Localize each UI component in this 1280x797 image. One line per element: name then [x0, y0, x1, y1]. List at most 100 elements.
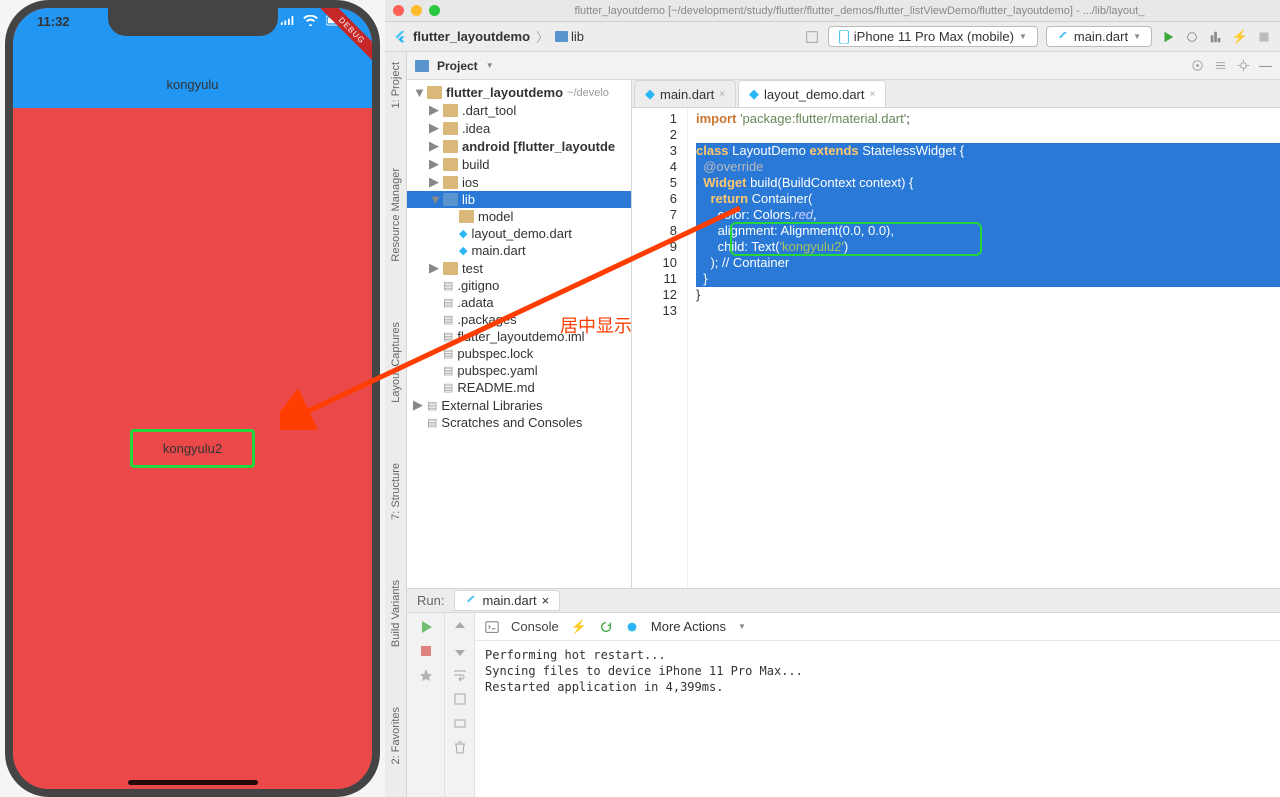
toolbar-icon[interactable] — [804, 29, 820, 45]
folder-icon — [443, 158, 458, 171]
profile-button[interactable] — [1208, 29, 1224, 45]
tree-node[interactable]: ◆layout_demo.dart — [407, 225, 631, 242]
code-line[interactable]: alignment: Alignment(0.0, 0.0), — [696, 223, 1280, 239]
tree-node[interactable]: ▼flutter_layoutdemo ~/develo — [407, 84, 631, 101]
project-header-title[interactable]: Project — [437, 59, 478, 73]
wifi-icon — [303, 15, 318, 26]
print-icon[interactable] — [452, 715, 468, 731]
sidebar-tab-build-variants[interactable]: Build Variants — [390, 580, 402, 647]
tree-node[interactable]: ▶▤External Libraries — [407, 396, 631, 414]
phone-frame: DEBUG 11:32 kongyulu kongyulu2 — [5, 0, 380, 797]
scroll-icon[interactable] — [452, 691, 468, 707]
editor-tabs: ◆main.dart×◆layout_demo.dart× — [632, 80, 1280, 108]
code-line[interactable]: @override — [696, 159, 1280, 175]
project-tree[interactable]: ▼flutter_layoutdemo ~/develo▶.dart_tool▶… — [407, 80, 632, 588]
window-minimize-icon[interactable] — [411, 5, 422, 16]
project-area: Project ▼ — ▼flutter_layoutdemo ~/develo… — [407, 52, 1280, 797]
reload-icon[interactable] — [599, 620, 613, 634]
down-icon[interactable] — [452, 643, 468, 659]
close-icon[interactable]: × — [542, 593, 550, 608]
device-selector[interactable]: iPhone 11 Pro Max (mobile) ▼ — [828, 26, 1038, 47]
rerun-icon[interactable] — [418, 619, 434, 635]
code-editor[interactable]: 12345678910111213 import 'package:flutte… — [632, 108, 1280, 588]
tree-node[interactable]: ▼lib — [407, 191, 631, 208]
chevron-down-icon[interactable]: ▼ — [486, 61, 494, 70]
root: DEBUG 11:32 kongyulu kongyulu2 — [0, 0, 1280, 797]
breadcrumb[interactable]: flutter_layoutdemo 〉 lib — [393, 27, 584, 46]
tree-node[interactable]: ▤README.md — [407, 379, 631, 396]
tree-node[interactable]: ▤pubspec.lock — [407, 345, 631, 362]
code-line[interactable]: } — [696, 271, 1280, 287]
pin-icon[interactable] — [418, 667, 434, 683]
window-close-icon[interactable] — [393, 5, 404, 16]
locate-icon[interactable] — [1190, 58, 1205, 73]
tree-node[interactable]: ▤ .adata — [407, 294, 631, 311]
code-line[interactable]: child: Text('kongyulu2') — [696, 239, 1280, 255]
chevron-down-icon: ▼ — [1019, 32, 1027, 41]
sidebar-tab-structure[interactable]: 7: Structure — [390, 463, 402, 520]
code-line[interactable]: color: Colors.red, — [696, 207, 1280, 223]
code-line[interactable]: return Container( — [696, 191, 1280, 207]
sidebar-tab-favorites[interactable]: 2: Favorites — [390, 707, 402, 764]
tree-node[interactable]: ▶ios — [407, 173, 631, 191]
editor-tab[interactable]: ◆layout_demo.dart× — [738, 80, 886, 107]
chevron-down-icon[interactable]: ▼ — [738, 622, 746, 631]
stop-button[interactable] — [1256, 29, 1272, 45]
up-icon[interactable] — [452, 619, 468, 635]
hide-icon[interactable]: — — [1259, 58, 1272, 73]
stop-icon[interactable] — [418, 643, 434, 659]
code-line[interactable]: Widget build(BuildContext context) { — [696, 175, 1280, 191]
tree-node[interactable]: ▤.gitigno — [407, 277, 631, 294]
appbar-title: kongyulu — [166, 77, 218, 92]
tree-node[interactable]: ▶android [flutter_layoutde — [407, 137, 631, 155]
window-zoom-icon[interactable] — [429, 5, 440, 16]
run-label: Run: — [417, 593, 444, 608]
editor-tab[interactable]: ◆main.dart× — [634, 80, 736, 107]
code-line[interactable]: } — [696, 287, 1280, 303]
tree-node[interactable]: model — [407, 208, 631, 225]
sidebar-tab-layout-captures[interactable]: Layout Captures — [390, 322, 402, 403]
wrap-icon[interactable] — [452, 667, 468, 683]
tree-node[interactable]: ▤.packages — [407, 311, 631, 328]
hot-reload-icon[interactable]: ⚡ — [1232, 29, 1248, 45]
run-tab[interactable]: main.dart × — [454, 590, 560, 611]
toolbar: flutter_layoutdemo 〉 lib iPhone 11 Pro M… — [385, 22, 1280, 52]
close-icon[interactable]: × — [870, 89, 876, 100]
tree-node[interactable]: ▤pubspec.yaml — [407, 362, 631, 379]
tree-node[interactable]: ▶.dart_tool — [407, 101, 631, 119]
more-actions-label[interactable]: More Actions — [651, 619, 726, 634]
tree-node[interactable]: ▤Scratches and Consoles — [407, 414, 631, 431]
devtools-icon[interactable] — [625, 620, 639, 634]
code-area[interactable]: import 'package:flutter/material.dart'; … — [688, 108, 1280, 588]
run-config-selector[interactable]: main.dart ▼ — [1046, 26, 1152, 47]
tree-node[interactable]: ▤flutter_layoutdemo.iml — [407, 328, 631, 345]
tree-node[interactable]: ▶build — [407, 155, 631, 173]
collapse-icon[interactable] — [1213, 58, 1228, 73]
folder-icon — [443, 176, 458, 189]
console-output[interactable]: Performing hot restart... Syncing files … — [475, 641, 1280, 797]
code-line[interactable]: import 'package:flutter/material.dart'; — [696, 111, 1280, 127]
flutter-icon — [1057, 31, 1069, 43]
code-line[interactable]: ); // Container — [696, 255, 1280, 271]
tree-node[interactable]: ◆main.dart — [407, 242, 631, 259]
tree-node[interactable]: ▶.idea — [407, 119, 631, 137]
code-line[interactable]: class LayoutDemo extends StatelessWidget… — [696, 143, 1280, 159]
console-icon[interactable] — [485, 620, 499, 634]
code-line[interactable] — [696, 303, 1280, 319]
file-icon: ▤ — [443, 296, 453, 309]
debug-button[interactable] — [1184, 29, 1200, 45]
window-title: flutter_layoutdemo [~/development/study/… — [447, 5, 1272, 17]
trash-icon[interactable] — [452, 739, 468, 755]
main-area: 1: Project Resource Manager Layout Captu… — [385, 52, 1280, 797]
code-line[interactable] — [696, 127, 1280, 143]
bolt-icon[interactable]: ⚡ — [571, 619, 587, 635]
close-icon[interactable]: × — [719, 89, 725, 100]
run-button[interactable] — [1160, 29, 1176, 45]
sidebar-tab-resource-manager[interactable]: Resource Manager — [390, 168, 402, 262]
console-label[interactable]: Console — [511, 619, 559, 634]
sidebar-tab-project[interactable]: 1: Project — [390, 62, 402, 108]
gear-icon[interactable] — [1236, 58, 1251, 73]
pkg-icon: ▤ — [427, 399, 437, 412]
chevron-right-icon: 〉 — [536, 27, 549, 46]
tree-node[interactable]: ▶test — [407, 259, 631, 277]
